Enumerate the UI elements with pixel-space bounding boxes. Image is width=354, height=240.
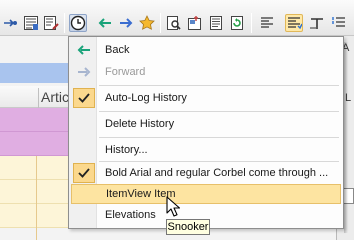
menu-item-label: Delete History — [105, 118, 175, 130]
checkmark-icon — [73, 88, 95, 108]
menu-item-label: Elevations — [105, 209, 156, 221]
menu-item-label: Bold Arial and regular Corbel come throu… — [105, 167, 329, 179]
menu-item-label: History... — [105, 144, 148, 156]
favorite-star-icon[interactable] — [138, 14, 156, 32]
menu-item-label: Back — [105, 44, 130, 56]
menu-item-forward[interactable]: Forward — [71, 62, 341, 82]
menu-separator — [99, 85, 339, 86]
grid-line — [36, 156, 37, 240]
menu-separator — [99, 137, 339, 138]
main-toolbar — [0, 0, 354, 36]
document-image-icon[interactable] — [186, 14, 204, 32]
document-icon[interactable] — [207, 14, 225, 32]
menu-item-delete-history[interactable]: Delete History — [71, 114, 341, 134]
tooltip: Snooker — [166, 219, 210, 235]
refresh-document-icon[interactable] — [228, 14, 246, 32]
menu-item-auto-log-history[interactable]: Auto-Log History — [71, 88, 341, 108]
nav-arrow-icon[interactable] — [2, 14, 20, 32]
menu-item-back[interactable]: Back — [71, 40, 341, 60]
menu-item-label: Auto-Log History — [105, 92, 187, 104]
checkmark-icon — [73, 163, 95, 183]
menu-separator — [99, 111, 339, 112]
align-left-icon[interactable] — [258, 14, 276, 32]
mouse-pointer-icon — [166, 196, 180, 217]
list-edit-icon[interactable] — [42, 14, 60, 32]
toolbar-separator — [251, 13, 252, 33]
text-tool-icon[interactable] — [308, 14, 326, 32]
back-arrow-icon — [73, 40, 95, 60]
menu-separator — [99, 161, 339, 162]
print-preview-icon[interactable] — [165, 14, 183, 32]
forward-arrow-icon[interactable] — [117, 14, 135, 32]
properties-grid-icon[interactable] — [22, 14, 40, 32]
menu-item-history[interactable]: History... — [71, 140, 341, 160]
menu-item-itemview-item[interactable]: ItemView Item — [71, 184, 341, 204]
menu-shadow — [344, 42, 348, 233]
toolbar-separator — [160, 13, 161, 33]
menu-item-label: Forward — [105, 66, 146, 78]
history-clock-icon[interactable] — [69, 14, 87, 32]
menu-item-bold-arial[interactable]: Bold Arial and regular Corbel come throu… — [71, 163, 341, 183]
list-numbered-icon[interactable] — [330, 14, 348, 32]
back-arrow-icon[interactable] — [96, 14, 114, 32]
align-highlight-icon[interactable] — [285, 14, 303, 32]
forward-arrow-icon — [73, 62, 95, 82]
toolbar-separator — [64, 13, 65, 33]
history-dropdown-menu: Back Forward Auto-Log History Delete His… — [68, 36, 344, 229]
